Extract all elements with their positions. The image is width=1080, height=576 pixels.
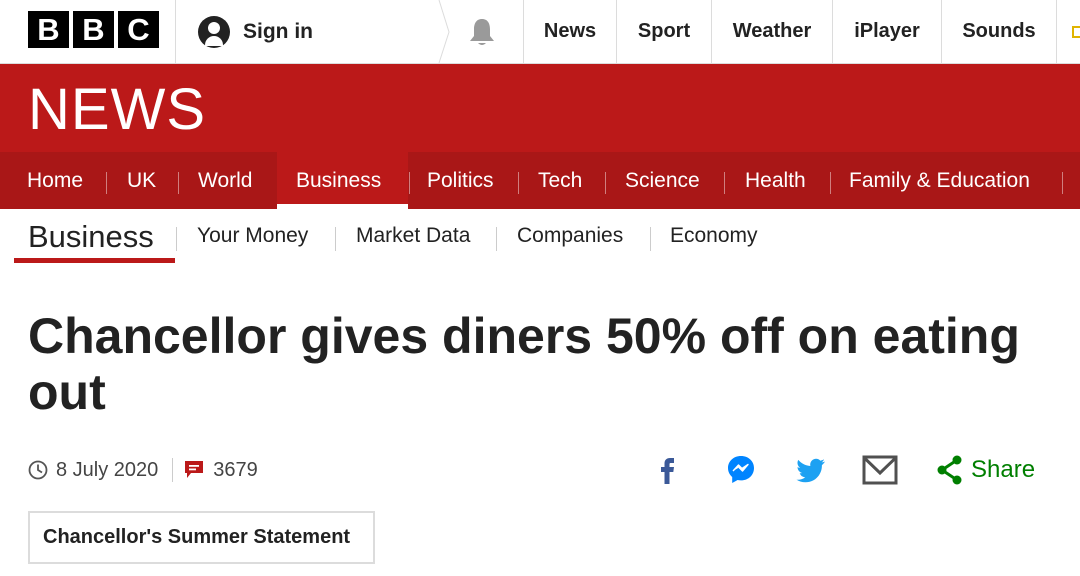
divider-chevron — [438, 0, 450, 63]
divider — [172, 458, 174, 482]
sign-in-label: Sign in — [243, 19, 313, 43]
more-nav-icon[interactable] — [1072, 26, 1080, 38]
divider — [1062, 172, 1063, 194]
main-nav-science[interactable]: Science — [625, 152, 700, 209]
email-icon[interactable] — [862, 452, 898, 488]
global-header: B B C Sign in News Sport Weather iPlayer… — [0, 0, 1080, 64]
news-logo[interactable]: NEWS — [28, 76, 206, 143]
bbc-logo[interactable]: B B C — [28, 11, 159, 48]
main-nav-tech[interactable]: Tech — [538, 152, 582, 209]
divider — [830, 172, 831, 194]
comment-count[interactable]: 3679 — [213, 459, 258, 482]
section-link-market-data[interactable]: Market Data — [356, 224, 470, 248]
divider — [650, 227, 651, 251]
comments-icon[interactable] — [183, 459, 205, 481]
article-meta: 8 July 2020 3679 — [28, 456, 258, 484]
divider — [175, 0, 176, 63]
topic-tag[interactable]: Chancellor's Summer Statement — [28, 511, 375, 564]
section-link-economy[interactable]: Economy — [670, 224, 758, 248]
divider — [409, 172, 410, 194]
main-nav-health[interactable]: Health — [745, 152, 806, 209]
bbc-logo-letter: B — [73, 11, 114, 48]
messenger-icon[interactable] — [725, 452, 757, 488]
top-nav-iplayer[interactable]: iPlayer — [833, 0, 941, 63]
twitter-icon[interactable] — [794, 452, 828, 488]
article-headline: Chancellor gives diners 50% off on eatin… — [28, 308, 1020, 420]
news-banner: NEWS — [0, 64, 1080, 152]
divider — [605, 172, 606, 194]
section-link-your-money[interactable]: Your Money — [197, 224, 308, 248]
section-link-companies[interactable]: Companies — [517, 224, 623, 248]
main-nav-world[interactable]: World — [198, 152, 252, 209]
account-icon — [198, 15, 230, 48]
main-nav-home[interactable]: Home — [27, 152, 83, 209]
notifications-bell-icon[interactable] — [466, 16, 498, 48]
divider — [178, 172, 179, 194]
main-nav-uk[interactable]: UK — [127, 152, 156, 209]
section-title-underline — [14, 258, 175, 263]
divider — [724, 172, 725, 194]
share-icon[interactable] — [936, 452, 964, 488]
divider — [335, 227, 336, 251]
section-nav: Business Your Money Market Data Companie… — [0, 209, 1080, 267]
article-date: 8 July 2020 — [56, 458, 159, 481]
divider — [496, 227, 497, 251]
share-button[interactable]: Share — [971, 456, 1035, 484]
top-nav-weather[interactable]: Weather — [712, 0, 832, 63]
section-title[interactable]: Business — [28, 219, 154, 255]
divider — [106, 172, 107, 194]
divider — [1056, 0, 1057, 63]
main-nav-business[interactable]: Business — [296, 152, 381, 209]
clock-icon — [28, 460, 48, 480]
top-nav-sport[interactable]: Sport — [617, 0, 711, 63]
bbc-logo-letter: B — [28, 11, 69, 48]
top-nav-sounds[interactable]: Sounds — [942, 0, 1056, 63]
bbc-logo-letter: C — [118, 11, 159, 48]
main-nav: Home UK World Business Politics Tech Sci… — [0, 152, 1080, 209]
top-nav-news[interactable]: News — [524, 0, 616, 63]
divider — [176, 227, 177, 251]
main-nav-politics[interactable]: Politics — [427, 152, 494, 209]
main-nav-family-education[interactable]: Family & Education — [849, 152, 1030, 209]
divider — [518, 172, 519, 194]
facebook-icon[interactable] — [656, 452, 680, 488]
sign-in-button[interactable]: Sign in — [198, 0, 313, 63]
